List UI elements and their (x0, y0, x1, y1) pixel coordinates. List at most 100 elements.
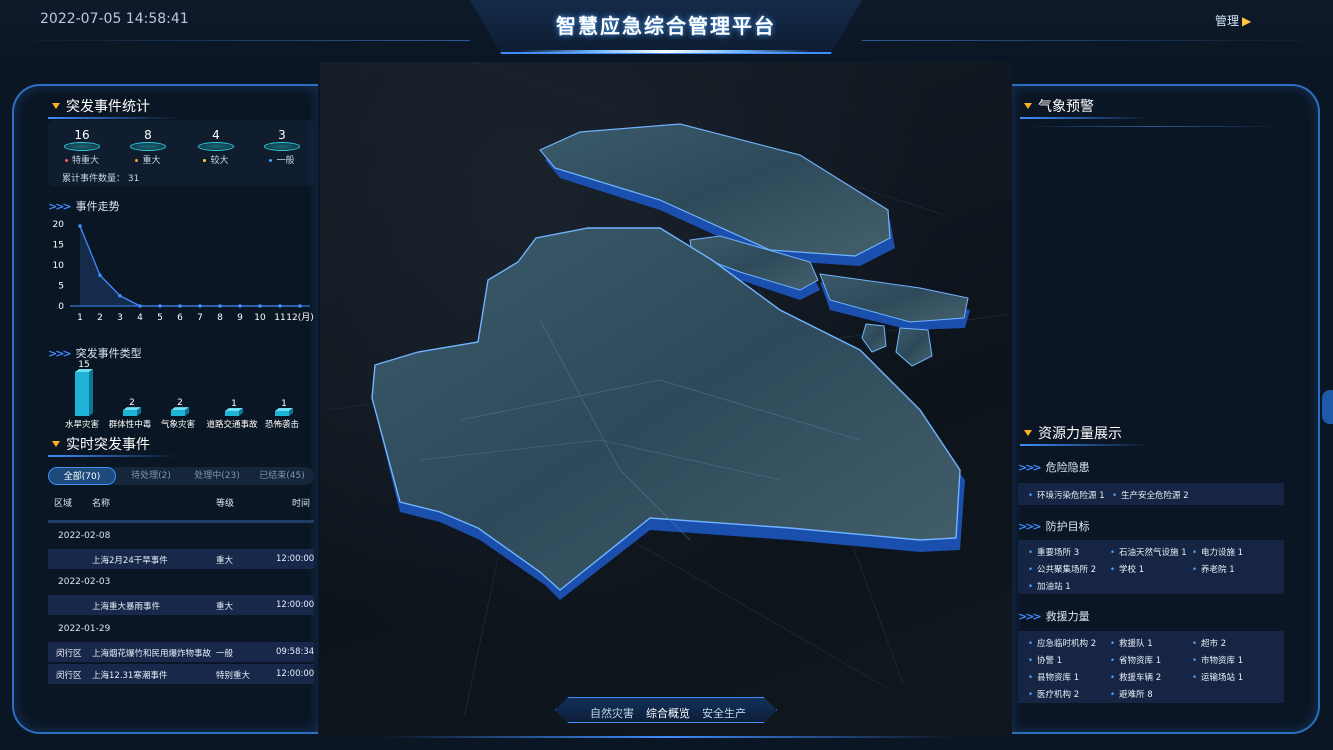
list-item[interactable]: 应急临时机构 2 (1028, 637, 1096, 649)
list-item[interactable]: 生产安全危险源 2 (1112, 489, 1189, 501)
tab-processing[interactable]: 处理中(23) (184, 467, 250, 485)
dot-icon (203, 159, 207, 162)
x-tick-label: 8 (217, 313, 223, 323)
hengsha-island[interactable] (819, 273, 969, 323)
targets-subtitle: >>> 防护目标 (1018, 518, 1090, 534)
list-item[interactable]: 市物资库 1 (1192, 654, 1243, 666)
shanghai-3d-map[interactable] (360, 120, 980, 640)
bottom-glow (380, 736, 953, 738)
trend-subtitle: >>> 事件走势 (48, 198, 120, 214)
list-item[interactable]: 养老院 1 (1192, 563, 1235, 575)
date-group: 2022-02-08 (58, 531, 111, 541)
side-panel-toggle[interactable] (1322, 390, 1333, 424)
header-divider-left (0, 40, 470, 41)
list-item[interactable]: 避难所 8 (1110, 688, 1153, 700)
x-tick-label: 9 (237, 313, 243, 323)
table-row[interactable]: 上海2月24干旱事件 重大 12:00:00 (48, 549, 314, 569)
nav-overview[interactable]: 综合概览 (646, 705, 690, 721)
trend-line-chart[interactable]: 0 5 10 15 20 1 2 3 4 5 6 7 8 9 10 11 12(月) (48, 214, 318, 326)
trend-point (178, 304, 182, 308)
nav-natural-disaster[interactable]: 自然灾害 (590, 705, 634, 721)
y-tick-label: 10 (53, 261, 65, 271)
stat-general[interactable]: 3 一般 (252, 128, 312, 166)
list-item[interactable]: 医疗机构 2 (1028, 688, 1079, 700)
x-tick-label: 4 (137, 313, 143, 323)
cell-time: 12:00:00 (276, 669, 315, 679)
resources-title-text: 资源力量展示 (1038, 426, 1122, 442)
list-item[interactable]: 县物资库 1 (1028, 671, 1079, 683)
bar (171, 410, 185, 416)
stat-value: 16 (74, 128, 90, 142)
rescue-box: 应急临时机构 2 救援队 1 超市 2 协警 1 省物资库 1 市物资库 1 县… (1018, 631, 1284, 703)
cell-area: 闵行区 (56, 649, 82, 659)
list-item[interactable]: 加油站 1 (1028, 580, 1071, 592)
bar-category-label: 群体性中毒 (109, 419, 152, 430)
triple-chevron-icon: >>> (48, 200, 72, 213)
list-item[interactable]: 救援车辆 2 (1110, 671, 1161, 683)
list-item[interactable]: 学校 1 (1110, 563, 1144, 575)
dot-icon (135, 159, 139, 162)
cell-level: 重大 (216, 602, 234, 612)
total-value: 31 (127, 174, 140, 184)
stat-label: 一般 (276, 156, 295, 166)
list-item[interactable]: 协警 1 (1028, 654, 1062, 666)
list-item[interactable]: 电力设施 1 (1192, 546, 1243, 558)
rescue-title: 救援力量 (1045, 610, 1090, 623)
date-group: 2022-01-29 (58, 624, 111, 634)
table-row[interactable]: 上海重大暴雨事件 重大 12:00:00 (48, 595, 314, 615)
list-item[interactable]: 超市 2 (1192, 637, 1226, 649)
bar (75, 372, 89, 416)
cell-name: 上海2月24干旱事件 (92, 556, 168, 566)
table-row[interactable]: 闵行区 上海烟花爆竹和民用爆炸物事故 一般 09:58:34 (48, 642, 314, 662)
type-bar-chart[interactable]: 15 水旱灾害 2 群体性中毒 2 气象灾害 1 道路交通事故 1 恐怖袭击 (48, 360, 318, 430)
stat-label: 重大 (142, 156, 161, 166)
stat-disc-icon (130, 142, 166, 151)
weather-title: 气象预警 (1020, 96, 1150, 119)
table-row[interactable]: 闵行区 上海12.31寒潮事件 特别重大 12:00:00 (48, 664, 314, 684)
weather-divider (1020, 126, 1282, 127)
types-subtitle: >>> 突发事件类型 (48, 345, 142, 361)
cell-level: 重大 (216, 556, 234, 566)
hazards-title: 危险隐患 (1045, 461, 1090, 474)
cell-level: 特别重大 (216, 671, 251, 681)
realtime-tabs: 全部(70) 待处理(2) 处理中(23) 已结束(45) (48, 467, 314, 485)
bottom-nav: 自然灾害 综合概览 安全生产 (555, 697, 777, 723)
stat-large[interactable]: 4 较大 (186, 128, 246, 166)
bar-value-label: 15 (78, 360, 89, 370)
bar-value-label: 1 (281, 399, 287, 409)
triple-chevron-icon: >>> (1018, 520, 1042, 533)
col-name: 名称 (92, 499, 111, 509)
cell-area: 闵行区 (56, 671, 82, 681)
nav-safety-production[interactable]: 安全生产 (702, 705, 746, 721)
stat-major[interactable]: 8 重大 (118, 128, 178, 166)
small-island-1[interactable] (861, 323, 887, 353)
trend-point (218, 304, 222, 308)
bar-category-label: 道路交通事故 (206, 419, 258, 430)
weather-title-text: 气象预警 (1038, 99, 1094, 115)
list-item[interactable]: 石油天然气设施 1 (1110, 546, 1187, 558)
bar-category-label: 恐怖袭击 (265, 419, 299, 430)
triple-chevron-icon: >>> (1018, 461, 1042, 474)
tab-finished[interactable]: 已结束(45) (250, 467, 314, 485)
triple-chevron-icon: >>> (1018, 610, 1042, 623)
list-item[interactable]: 省物资库 1 (1110, 654, 1161, 666)
admin-link[interactable]: 管理 ▶ (1215, 12, 1251, 29)
types-title: 突发事件类型 (75, 347, 142, 360)
targets-box: 重要场所 3 石油天然气设施 1 电力设施 1 公共聚集场所 2 学校 1 养老… (1018, 540, 1284, 594)
cell-name: 上海烟花爆竹和民用爆炸物事故 (92, 649, 212, 659)
stat-value: 4 (212, 128, 220, 142)
stat-label: 特重大 (71, 156, 99, 166)
list-item[interactable]: 重要场所 3 (1028, 546, 1079, 558)
table-header-divider (48, 520, 314, 523)
stat-extra-severe[interactable]: 16 特重大 (52, 128, 112, 166)
tab-pending[interactable]: 待处理(2) (118, 467, 184, 485)
targets-title: 防护目标 (1045, 520, 1090, 533)
tab-all[interactable]: 全部(70) (48, 467, 116, 485)
list-item[interactable]: 运输场站 1 (1192, 671, 1243, 683)
cell-time: 12:00:00 (276, 600, 315, 610)
list-item[interactable]: 环境污染危险源 1 (1028, 489, 1105, 501)
small-island-2[interactable] (895, 327, 933, 367)
list-item[interactable]: 公共聚集场所 2 (1028, 563, 1096, 575)
y-tick-label: 5 (58, 282, 64, 292)
list-item[interactable]: 救援队 1 (1110, 637, 1153, 649)
